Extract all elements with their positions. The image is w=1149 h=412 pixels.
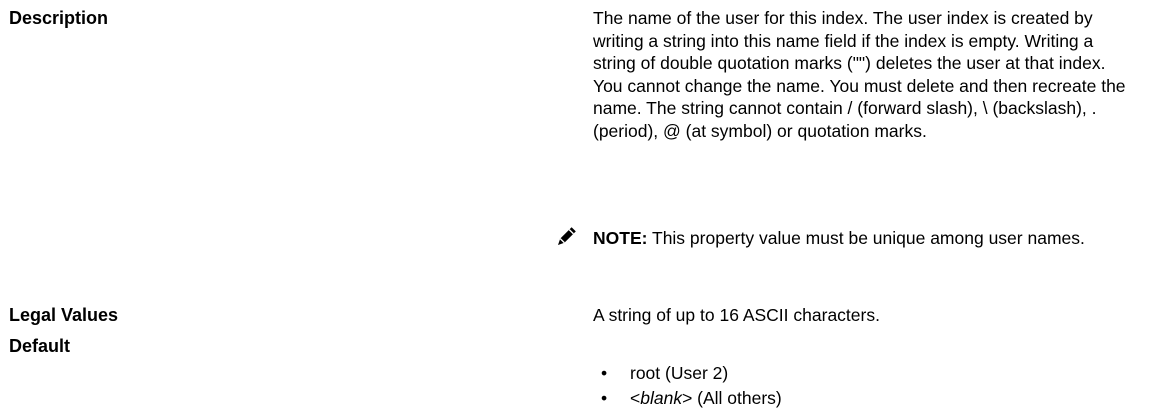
note-label: NOTE: <box>593 228 648 248</box>
note-body: This property value must be unique among… <box>647 228 1085 248</box>
list-item: • root (User 2) <box>593 361 1113 386</box>
description-text: The name of the user for this index. The… <box>593 8 1126 141</box>
default-values-list: • root (User 2) • <blank> (All others) <box>593 361 1113 411</box>
note-box: NOTE: This property value must be unique… <box>555 222 1135 292</box>
list-item-suffix: > (All others) <box>682 388 782 408</box>
bullet-icon: • <box>601 363 608 383</box>
pencil-note-icon <box>558 227 576 245</box>
note-text: NOTE: This property value must be unique… <box>593 222 1113 254</box>
list-item-emphasis: blank <box>640 388 683 408</box>
bullet-icon: • <box>601 388 608 408</box>
description-label: Description <box>9 8 109 28</box>
legal-values-label: Legal Values <box>9 305 119 325</box>
default-label: Default <box>9 336 71 356</box>
legal-values-text: A string of up to 16 ASCII characters. <box>593 305 880 325</box>
list-item: • <blank> (All others) <box>593 386 1113 411</box>
list-item-prefix: < <box>630 388 641 408</box>
list-item-text: root (User 2) <box>630 363 729 383</box>
